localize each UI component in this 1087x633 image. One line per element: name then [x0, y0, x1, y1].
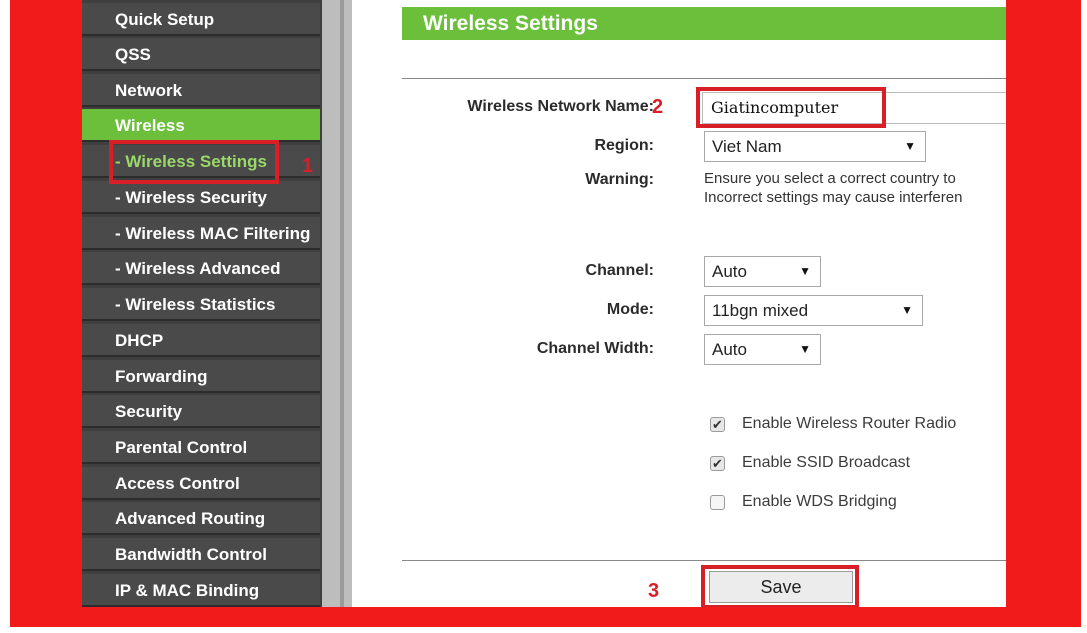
sidebar-item-qss[interactable]: QSS — [82, 38, 320, 71]
warning-line-2: Incorrect settings may cause interferen — [704, 189, 963, 206]
highlight-box-wireless-settings — [109, 140, 279, 184]
highlight-box-network-name — [696, 87, 886, 128]
page-title: Wireless Settings — [402, 7, 1006, 40]
top-divider — [402, 78, 1006, 79]
step-number-1: 1 — [302, 155, 314, 177]
sidebar-item-forwarding[interactable]: Forwarding — [82, 360, 320, 393]
warning-line-1: Ensure you select a correct country to — [704, 170, 956, 187]
warning-label: Warning: — [585, 171, 654, 188]
channel-width-label: Channel Width: — [536, 340, 654, 357]
chevron-down-icon: ▼ — [799, 342, 811, 356]
warning-text: Ensure you select a correct country to I… — [704, 169, 1006, 207]
sidebar-item-wireless[interactable]: Wireless — [82, 109, 320, 142]
sidebar-item-parental-control[interactable]: Parental Control — [82, 431, 320, 464]
mode-select[interactable]: 11bgn mixed ▼ — [704, 295, 923, 326]
chevron-down-icon: ▼ — [799, 264, 811, 278]
wireless-radio-label: Enable Wireless Router Radio — [742, 415, 957, 432]
sidebar-item-dhcp[interactable]: DHCP — [82, 324, 320, 357]
sidebar-item-wireless-mac-filtering[interactable]: - Wireless MAC Filtering — [82, 217, 320, 250]
sidebar: Quick Setup QSS Network Wireless - Wirel… — [82, 0, 322, 607]
channel-label: Channel: — [585, 262, 654, 279]
region-select-value: Viet Nam — [712, 137, 782, 156]
chevron-down-icon: ▼ — [901, 303, 913, 317]
sidebar-item-bandwidth-control[interactable]: Bandwidth Control — [82, 538, 320, 571]
bottom-divider — [402, 560, 1006, 561]
channel-width-select-value: Auto — [712, 340, 747, 359]
sidebar-item-security[interactable]: Security — [82, 395, 320, 428]
highlight-box-save — [701, 565, 859, 607]
channel-select[interactable]: Auto ▼ — [704, 256, 821, 287]
wds-bridging-checkbox[interactable] — [710, 495, 725, 510]
network-name-label: Wireless Network Name: — [467, 98, 654, 115]
sidebar-item-advanced-routing[interactable]: Advanced Routing — [82, 502, 320, 535]
check-icon: ✔ — [712, 417, 723, 432]
region-label: Region: — [594, 137, 654, 154]
sidebar-scroll-strip — [322, 0, 352, 607]
wds-bridging-label: Enable WDS Bridging — [742, 493, 897, 510]
sidebar-item-network[interactable]: Network — [82, 74, 320, 107]
wireless-radio-checkbox[interactable]: ✔ — [710, 417, 725, 432]
screenshot-stage: Quick Setup QSS Network Wireless - Wirel… — [0, 0, 1087, 633]
sidebar-item-quick-setup[interactable]: Quick Setup — [82, 3, 320, 36]
channel-width-select[interactable]: Auto ▼ — [704, 334, 821, 365]
sidebar-item-wireless-security[interactable]: - Wireless Security — [82, 181, 320, 214]
step-number-3: 3 — [648, 580, 660, 602]
ssid-broadcast-checkbox[interactable]: ✔ — [710, 456, 725, 471]
mode-label: Mode: — [606, 301, 654, 318]
sidebar-item-wireless-statistics[interactable]: - Wireless Statistics — [82, 288, 320, 321]
sidebar-item-access-control[interactable]: Access Control — [82, 467, 320, 500]
router-admin-screen: Quick Setup QSS Network Wireless - Wirel… — [82, 0, 1006, 607]
region-select[interactable]: Viet Nam ▼ — [704, 131, 926, 162]
check-icon: ✔ — [712, 456, 723, 471]
chevron-down-icon: ▼ — [904, 139, 916, 153]
sidebar-item-ip-mac-binding[interactable]: IP & MAC Binding — [82, 574, 320, 607]
sidebar-item-wireless-advanced[interactable]: - Wireless Advanced — [82, 252, 320, 285]
ssid-broadcast-label: Enable SSID Broadcast — [742, 454, 911, 471]
mode-select-value: 11bgn mixed — [712, 301, 809, 320]
channel-select-value: Auto — [712, 262, 747, 281]
step-number-2: 2 — [652, 96, 664, 118]
